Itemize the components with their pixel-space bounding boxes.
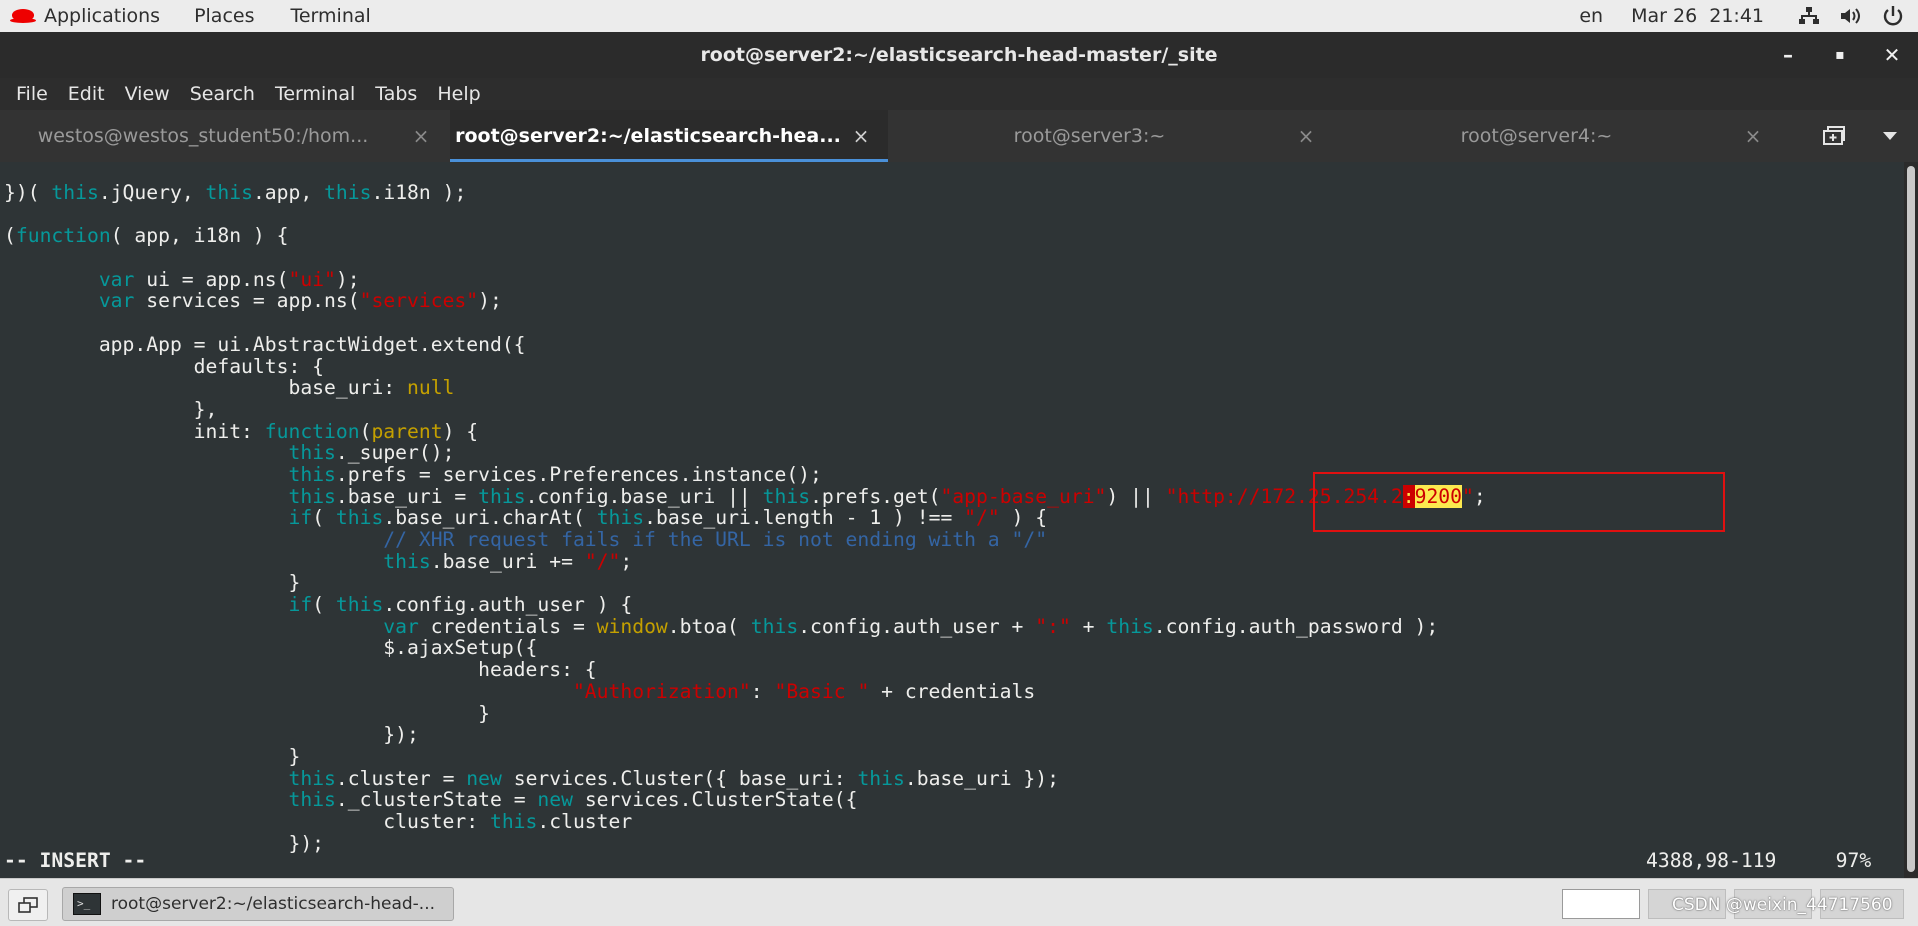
tab-bar: westos@westos_student50:/hom... × root@s…	[0, 110, 1918, 162]
code-line: },	[4, 397, 218, 421]
code-line: if( this.base_uri.charAt( this.base_uri.…	[288, 506, 1048, 530]
code-line: this.cluster = new services.Cluster({ ba…	[288, 766, 1059, 790]
code-line: }	[4, 744, 301, 768]
show-desktop-button[interactable]	[8, 889, 48, 921]
menubar: File Edit View Search Terminal Tabs Help	[0, 78, 1918, 110]
code-line: }	[4, 701, 490, 725]
code-line: this._super();	[288, 441, 455, 465]
menu-edit[interactable]: Edit	[58, 83, 115, 105]
code-line: defaults: {	[4, 354, 325, 378]
code-line: $.ajaxSetup({	[4, 636, 538, 660]
clock[interactable]: Mar 26 21:41	[1631, 5, 1764, 27]
scrollbar-thumb[interactable]	[1907, 166, 1915, 872]
menu-search[interactable]: Search	[180, 83, 265, 105]
tabs-menu-chevron-down-icon[interactable]	[1862, 110, 1918, 162]
network-icon[interactable]	[1796, 4, 1822, 28]
code-line: base_uri: null	[4, 376, 455, 400]
code-line: }	[4, 571, 301, 595]
tab-westos[interactable]: westos@westos_student50:/hom... ×	[0, 110, 450, 162]
tab-close-icon[interactable]: ×	[406, 124, 436, 148]
applications-label: Applications	[44, 5, 161, 27]
applications-menu[interactable]: Applications	[0, 5, 160, 27]
tab-label: root@server2:~/elasticsearch-hea...	[455, 125, 841, 147]
code-line: var services = app.ns("services");	[98, 289, 502, 313]
code-line: });	[4, 723, 419, 747]
code-line: // XHR request fails if the URL is not e…	[383, 528, 1048, 552]
code-line: if( this.config.auth_user ) {	[288, 593, 633, 617]
power-icon[interactable]	[1880, 4, 1906, 28]
code-line: headers: {	[4, 658, 597, 682]
terminal-scrollbar[interactable]	[1904, 162, 1918, 878]
code-line: this.prefs = services.Preferences.instan…	[288, 462, 822, 486]
close-button[interactable]: ✕	[1866, 32, 1918, 78]
tab-label: root@server4:~	[1460, 125, 1613, 147]
code-line: "Authorization": "Basic " + credentials	[572, 679, 1036, 703]
terminal-viewport[interactable]: })( this.jQuery, this.app, this.i18n ); …	[0, 162, 1904, 878]
terminal-app-menu[interactable]: Terminal	[290, 5, 370, 27]
code-buffer: })( this.jQuery, this.app, this.i18n ); …	[0, 182, 1486, 854]
menu-help[interactable]: Help	[427, 83, 490, 105]
code-line: this._clusterState = new services.Cluste…	[288, 788, 858, 812]
tab-close-icon[interactable]: ×	[846, 124, 876, 148]
vim-cursor-position: 4388,98-119 97%	[1646, 850, 1871, 872]
vim-mode-indicator: -- INSERT --	[4, 849, 147, 872]
menu-view[interactable]: View	[115, 83, 180, 105]
workspace-1[interactable]	[1562, 889, 1640, 919]
show-desktop-icon	[18, 897, 38, 913]
menu-file[interactable]: File	[6, 83, 58, 105]
file-percent: 97%	[1835, 849, 1872, 872]
terminal-app-label: Terminal	[290, 5, 371, 27]
code-line: init: function(parent) {	[4, 419, 479, 443]
tab-close-icon[interactable]: ×	[1738, 124, 1768, 148]
watermark: CSDN @weixin_44717560	[1672, 895, 1893, 915]
minimize-button[interactable]: –	[1762, 32, 1814, 78]
cursor-position: 4388,98-119	[1646, 849, 1777, 872]
places-label: Places	[194, 5, 255, 27]
redhat-logo-icon	[10, 7, 36, 25]
code-line: var ui = app.ns("ui");	[98, 267, 360, 291]
tab-server2[interactable]: root@server2:~/elasticsearch-hea... ×	[450, 110, 888, 162]
bottom-taskbar: >_ root@server2:~/elasticsearch-head-...…	[0, 878, 1918, 926]
menu-terminal[interactable]: Terminal	[265, 83, 365, 105]
language-indicator[interactable]: en	[1579, 5, 1603, 27]
code-line: this.base_uri = this.config.base_uri || …	[288, 484, 1486, 508]
code-line: })( this.jQuery, this.app, this.i18n );	[4, 181, 467, 204]
tab-label: root@server3:~	[1013, 125, 1166, 147]
taskbar-window-label: root@server2:~/elasticsearch-head-...	[111, 894, 435, 914]
window-title: root@server2:~/elasticsearch-head-master…	[700, 44, 1218, 66]
menu-tabs[interactable]: Tabs	[365, 83, 427, 105]
code-line: this.base_uri += "/";	[383, 549, 633, 573]
taskbar-window-terminal[interactable]: >_ root@server2:~/elasticsearch-head-...	[62, 887, 454, 921]
code-line: cluster: this.cluster	[4, 809, 633, 833]
volume-icon[interactable]	[1838, 4, 1864, 28]
tab-server4[interactable]: root@server4:~ ×	[1335, 110, 1782, 162]
tab-label: westos@westos_student50:/hom...	[37, 125, 369, 147]
tab-server3[interactable]: root@server3:~ ×	[888, 110, 1335, 162]
code-line: app.App = ui.AbstractWidget.extend({	[4, 332, 526, 356]
terminal-icon: >_	[73, 893, 101, 915]
code-line: var credentials = window.btoa( this.conf…	[383, 614, 1439, 638]
tab-close-icon[interactable]: ×	[1291, 124, 1321, 148]
code-line: (function( app, i18n ) {	[4, 224, 289, 248]
window-titlebar[interactable]: root@server2:~/elasticsearch-head-master…	[0, 32, 1918, 78]
maximize-button[interactable]: ▪	[1814, 32, 1866, 78]
top-bar: Applications Places Terminal en Mar 26 2…	[0, 0, 1918, 32]
new-tab-icon[interactable]	[1806, 110, 1862, 162]
places-menu[interactable]: Places	[194, 5, 254, 27]
